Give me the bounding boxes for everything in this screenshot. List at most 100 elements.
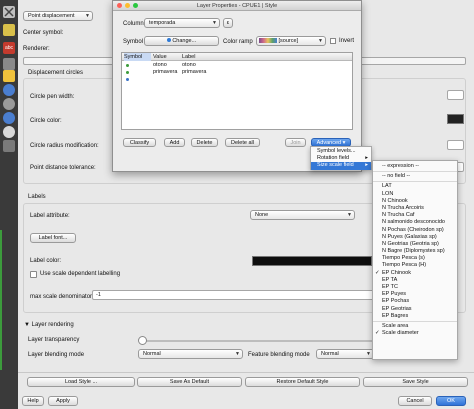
- label-color-swatch[interactable]: [252, 256, 372, 266]
- menu-field-item[interactable]: EP TA: [373, 277, 457, 284]
- chevron-down-icon: ▼: [85, 13, 90, 19]
- invert-checkbox[interactable]: [330, 38, 336, 44]
- menu-no-field[interactable]: -- no field --: [373, 173, 457, 180]
- actions-icon[interactable]: [3, 98, 15, 110]
- header-label[interactable]: Label: [182, 53, 195, 61]
- menu-field-item[interactable]: N Trucha Caf: [373, 212, 457, 219]
- row-value: otono: [153, 62, 167, 68]
- menu-field-item[interactable]: N Puyes (Galaxias sp): [373, 234, 457, 241]
- metadata-icon[interactable]: [3, 140, 15, 152]
- delete-button[interactable]: Delete: [191, 138, 218, 147]
- expression-button[interactable]: ε: [223, 18, 233, 28]
- bottom-separator: [18, 372, 474, 373]
- save-style-button[interactable]: Save Style: [363, 377, 468, 387]
- scale-dependent-checkbox[interactable]: [30, 271, 37, 278]
- transparency-slider-handle[interactable]: [138, 336, 147, 345]
- menu-rotation-field[interactable]: Rotation field ▸: [311, 155, 371, 162]
- menu-field-item-checked[interactable]: ✓ EP Chinook: [373, 270, 457, 277]
- labels-icon[interactable]: abc: [3, 42, 15, 54]
- point-distance-label: Point distance tolerance:: [30, 165, 96, 171]
- chevron-down-icon: ▼: [366, 351, 371, 357]
- header-value[interactable]: Value: [153, 53, 167, 61]
- joins-icon[interactable]: [3, 112, 15, 124]
- delete-all-button[interactable]: Delete all: [225, 138, 260, 147]
- menu-field-item[interactable]: N Geotrias (Geotria sp): [373, 241, 457, 248]
- menu-field-item[interactable]: N salmonido desconocido: [373, 219, 457, 226]
- color-ramp-combo[interactable]: [source] ▼: [256, 36, 326, 46]
- chevron-down-icon: ▼: [235, 351, 240, 357]
- chevron-down-icon: ▼: [318, 38, 323, 44]
- green-strip: [0, 230, 2, 370]
- menu-field-item[interactable]: LAT: [373, 183, 457, 190]
- fields-icon[interactable]: [3, 58, 15, 70]
- label-attribute-combo[interactable]: None ▼: [250, 210, 355, 220]
- layer-blending-label: Layer blending mode: [28, 352, 85, 358]
- menu-field-item[interactable]: EP Puyes: [373, 291, 457, 298]
- label-font-button[interactable]: Label font...: [30, 233, 76, 243]
- circle-radius-field[interactable]: [447, 140, 464, 150]
- checkmark-icon: ✓: [375, 269, 380, 276]
- scale-dependent-label: Use scale dependent labelling: [40, 271, 121, 277]
- help-button[interactable]: Help: [22, 396, 44, 406]
- transparency-slider-track[interactable]: [140, 340, 375, 342]
- display-icon[interactable]: [3, 84, 15, 96]
- general-icon[interactable]: [3, 6, 15, 18]
- menu-field-item[interactable]: EP TC: [373, 284, 457, 291]
- feature-blending-combo[interactable]: Normal ▼: [316, 349, 374, 359]
- join-button[interactable]: Join: [285, 138, 306, 147]
- circle-pen-width-field[interactable]: [447, 90, 464, 100]
- ok-button[interactable]: OK: [436, 396, 466, 406]
- menu-field-item[interactable]: N Bagre (Diplomystes sp): [373, 248, 457, 255]
- renderer-label: Renderer:: [23, 46, 50, 52]
- table-header: Symbol Value Label: [122, 53, 352, 61]
- menu-scale-diameter[interactable]: ✓ Scale diameter: [373, 330, 457, 337]
- size-scale-field-menu: -- expression -- -- no field -- LAT LON …: [372, 160, 458, 360]
- disclosure-triangle-icon: ▼: [24, 322, 30, 328]
- menu-expression[interactable]: -- expression --: [373, 163, 457, 170]
- table-row[interactable]: otono otono: [122, 62, 352, 69]
- menu-field-item[interactable]: Tiempo Pesca (H): [373, 262, 457, 269]
- menu-scale-area[interactable]: Scale area: [373, 323, 457, 330]
- apply-button[interactable]: Apply: [48, 396, 78, 406]
- cancel-button[interactable]: Cancel: [398, 396, 432, 406]
- rendering-icon[interactable]: [3, 70, 15, 82]
- layer-blending-combo[interactable]: Normal ▼: [138, 349, 243, 359]
- menu-field-item[interactable]: EP Bagres: [373, 313, 457, 320]
- layer-rendering-heading[interactable]: ▼ Layer rendering: [24, 322, 74, 328]
- classify-button[interactable]: Classify: [123, 138, 156, 147]
- menu-symbol-levels[interactable]: Symbol levels...: [311, 148, 371, 155]
- renderer-type-combo[interactable]: Point displacement ▼: [23, 11, 93, 21]
- dialog-titlebar: Layer Properties - CPUE1 | Style: [113, 1, 361, 11]
- labels-heading: Labels: [28, 194, 46, 200]
- table-row[interactable]: [122, 76, 352, 83]
- save-as-default-button[interactable]: Save As Default: [137, 377, 242, 387]
- column-combo[interactable]: temporada ▼: [144, 18, 220, 28]
- circle-color-swatch[interactable]: [447, 114, 464, 124]
- displacement-circles-heading: Displacement circles: [28, 70, 84, 76]
- change-symbol-button[interactable]: Change...: [144, 36, 219, 46]
- submenu-arrow-icon: ▸: [365, 155, 368, 162]
- max-scale-field[interactable]: -1: [92, 290, 374, 300]
- style-icon[interactable]: [3, 24, 15, 36]
- menu-size-scale-field[interactable]: Size scale field ▸: [311, 162, 371, 170]
- load-style-button[interactable]: Load Style ...: [27, 377, 135, 387]
- symbol-dot-icon: [126, 78, 129, 81]
- menu-field-item[interactable]: EP Pochas: [373, 298, 457, 305]
- submenu-arrow-icon: ▸: [365, 162, 368, 169]
- diagrams-icon[interactable]: [3, 126, 15, 138]
- header-symbol[interactable]: Symbol: [124, 53, 151, 61]
- chevron-down-icon: ▼: [347, 212, 352, 218]
- menu-field-item[interactable]: Tiempo Pesca (s): [373, 255, 457, 262]
- menu-field-item[interactable]: LON: [373, 191, 457, 198]
- menu-field-item[interactable]: EP Geotrias: [373, 306, 457, 313]
- menu-field-item[interactable]: N Chinook: [373, 198, 457, 205]
- circle-pen-width-label: Circle pen width:: [30, 94, 75, 100]
- label-color-label: Label color:: [30, 258, 62, 264]
- menu-field-item[interactable]: N Trucha Arcoiris: [373, 205, 457, 212]
- restore-default-style-button[interactable]: Restore Default Style: [245, 377, 360, 387]
- layer-transparency-label: Layer transparency: [28, 337, 80, 343]
- classes-table[interactable]: Symbol Value Label otono otono primavera…: [121, 52, 353, 130]
- add-button[interactable]: Add: [164, 138, 185, 147]
- table-row[interactable]: primavera primavera: [122, 69, 352, 76]
- menu-field-item[interactable]: N Pochas (Cheirodon sp): [373, 227, 457, 234]
